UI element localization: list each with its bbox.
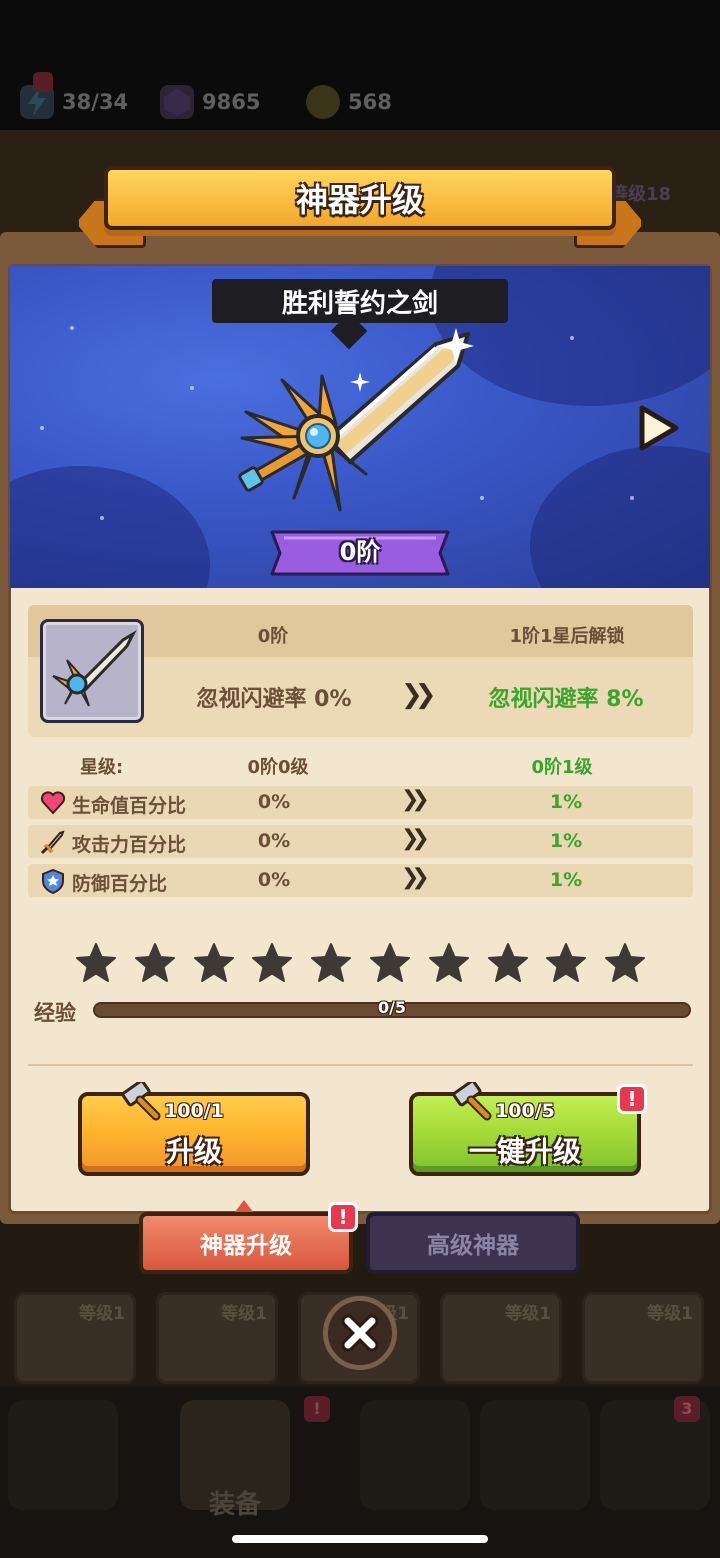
close-icon xyxy=(341,1314,379,1352)
artifact-tier: 0阶 xyxy=(339,538,381,566)
tab-artifact-upgrade[interactable]: 神器升级 xyxy=(139,1212,353,1274)
stat-next: 1% xyxy=(549,791,583,813)
dialog-title-banner: 神器升级 xyxy=(104,166,616,230)
stat-arrow-icon: ❯❯ xyxy=(401,826,430,851)
nav-equipment-badge: ! xyxy=(304,1396,330,1422)
star-icon xyxy=(487,943,528,982)
background-equipment-card: 等级1 xyxy=(582,1292,704,1384)
close-button[interactable] xyxy=(323,1296,397,1370)
next-artifact-arrow-icon[interactable] xyxy=(636,402,682,454)
stat-next: 1% xyxy=(549,830,583,852)
nav-chest-badge: 3 xyxy=(674,1396,700,1422)
sword-artifact-icon xyxy=(238,328,474,512)
star-icon xyxy=(311,943,352,982)
star-icon xyxy=(370,943,410,982)
gem-icon xyxy=(160,85,194,119)
upgrade-cost: 100/1 xyxy=(164,1100,224,1122)
star-level-label: 星级: xyxy=(80,757,124,778)
stat-row-hp: 生命值百分比 0% ❯❯ 1% xyxy=(28,786,693,819)
star-icon xyxy=(76,943,116,982)
upgrade-button[interactable]: 100/1 升级 xyxy=(78,1092,310,1176)
gem-resource: 9865 xyxy=(160,84,260,120)
star-level-current: 0阶0级 xyxy=(247,757,309,778)
star-level-next: 0阶1级 xyxy=(531,757,593,778)
nav-equipment-label: 装备 xyxy=(208,1490,261,1520)
star-icon xyxy=(605,943,646,982)
coin-icon xyxy=(306,85,340,119)
stat-arrow-icon: ❯❯ xyxy=(401,787,430,812)
energy-alert-icon xyxy=(33,72,53,92)
nav-battle-icon xyxy=(360,1400,470,1510)
shield-icon xyxy=(42,868,64,894)
one-click-upgrade-button[interactable]: 100/5 一键升级 xyxy=(409,1092,641,1176)
tab-label: 高级神器 xyxy=(427,1233,519,1259)
star-icon xyxy=(252,943,293,982)
stat-label: 生命值百分比 xyxy=(72,795,187,817)
background-equipment-card: 等级1 xyxy=(440,1292,562,1384)
one-click-upgrade-label: 一键升级 xyxy=(468,1135,581,1168)
background-equipment-card: 等级1 xyxy=(156,1292,278,1384)
stat-arrow-icon: ❯❯ xyxy=(401,865,430,890)
stat-next: 1% xyxy=(549,869,583,891)
hammer-icon xyxy=(452,1082,492,1121)
current-effect: 忽视闪避率 0% xyxy=(196,687,352,712)
home-indicator xyxy=(232,1535,488,1543)
nav-shop-icon xyxy=(8,1400,118,1510)
energy-value: 38/34 xyxy=(62,90,129,114)
stat-current: 0% xyxy=(257,830,291,852)
upgrade-label: 升级 xyxy=(165,1135,222,1168)
stat-row-defense: 防御百分比 0% ❯❯ 1% xyxy=(28,864,693,897)
background-equipment-card: 等级1 xyxy=(14,1292,136,1384)
hammer-icon xyxy=(121,1082,161,1121)
stat-row-attack: 攻击力百分比 0% ❯❯ 1% xyxy=(28,825,693,858)
exp-value: 0/5 xyxy=(377,998,407,1017)
one-click-upgrade-badge: ! xyxy=(617,1084,647,1114)
stat-label: 防御百分比 xyxy=(72,873,168,895)
nav-upgrade-icon xyxy=(480,1400,590,1510)
sword-thumbnail-icon xyxy=(52,630,137,707)
star-icon xyxy=(193,943,234,982)
current-tier-label: 0阶 xyxy=(257,626,289,647)
tab-advanced-artifact[interactable]: 高级神器 xyxy=(366,1212,580,1274)
stat-label: 攻击力百分比 xyxy=(72,834,187,856)
unlock-condition-label: 1阶1星后解锁 xyxy=(509,626,625,647)
star-icon xyxy=(134,943,175,982)
sword-icon xyxy=(40,830,65,855)
divider xyxy=(28,1064,693,1066)
stat-current: 0% xyxy=(257,791,291,813)
artifact-name: 胜利誓约之剑 xyxy=(212,279,508,323)
effect-arrow-icon: ❯❯ xyxy=(401,680,436,710)
token-resource: 568 xyxy=(306,84,392,120)
artifact-thumbnail xyxy=(40,619,144,723)
stat-current: 0% xyxy=(257,869,291,891)
star-icon xyxy=(428,943,469,982)
gem-value: 9865 xyxy=(202,90,261,114)
tab-badge: ! xyxy=(328,1202,358,1232)
next-effect: 忽视闪避率 8% xyxy=(488,687,644,712)
exp-label: 经验 xyxy=(34,1001,76,1025)
token-value: 568 xyxy=(348,90,392,114)
tab-label: 神器升级 xyxy=(200,1233,292,1259)
one-click-upgrade-cost: 100/5 xyxy=(495,1100,555,1122)
dialog-title: 神器升级 xyxy=(295,181,424,219)
heart-icon xyxy=(40,791,66,815)
star-icon xyxy=(546,943,587,982)
